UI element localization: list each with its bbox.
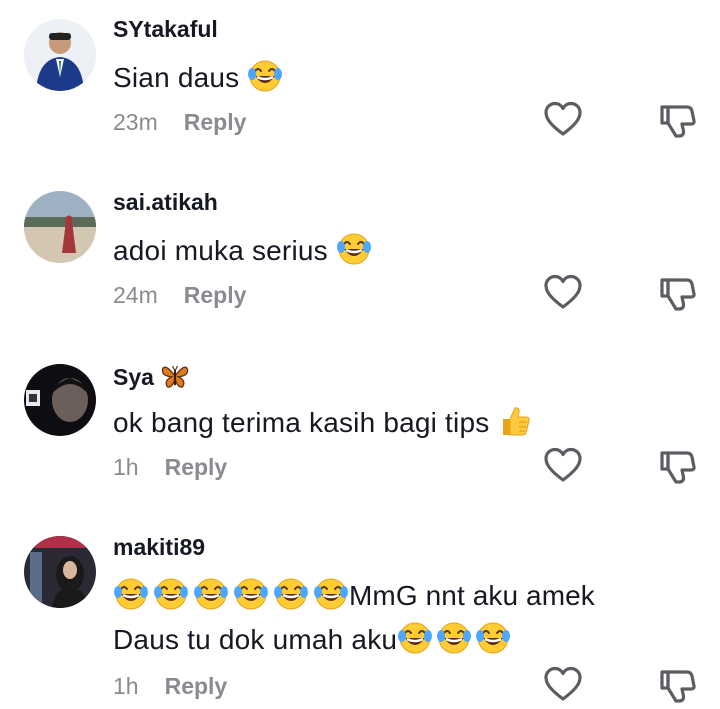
comment-text: ok bang terima kasih bagi tips (113, 403, 533, 439)
comment-text: Daus tu dok umah aku (113, 620, 511, 656)
comment-text-content: adoi muka serius (113, 235, 328, 266)
face-with-tears-of-joy-icon (313, 576, 349, 612)
like-heart-icon[interactable] (543, 665, 583, 705)
comment-text: Sian daus (113, 58, 283, 94)
dislike-thumbs-down-icon[interactable] (658, 274, 698, 314)
like-heart-icon[interactable] (543, 100, 583, 140)
avatar[interactable] (24, 364, 96, 436)
face-with-tears-of-joy-icon (247, 58, 283, 94)
username[interactable]: makiti89 (113, 534, 205, 561)
timestamp: 24m (113, 282, 158, 308)
timestamp: 1h (113, 673, 139, 699)
reply-button[interactable]: Reply (184, 282, 247, 308)
comment-text: MmG nnt aku amek (113, 576, 595, 612)
timestamp: 23m (113, 109, 158, 135)
comment-meta: 1h Reply (113, 673, 227, 700)
like-heart-icon[interactable] (543, 273, 583, 313)
face-with-tears-of-joy-icon (113, 576, 149, 612)
comment-text-content: ok bang terima kasih bagi tips (113, 407, 490, 438)
face-with-tears-of-joy-icon (233, 576, 269, 612)
username[interactable]: SYtakaful (113, 16, 218, 43)
reply-button[interactable]: Reply (165, 673, 228, 699)
username[interactable]: Sya (113, 361, 190, 391)
dislike-thumbs-down-icon[interactable] (658, 101, 698, 141)
comment-meta: 23m Reply (113, 109, 246, 136)
dislike-thumbs-down-icon[interactable] (658, 666, 698, 706)
comment-text-line1: MmG nnt aku amek (349, 580, 595, 611)
butterfly-icon (160, 361, 190, 391)
avatar[interactable] (24, 19, 96, 91)
comment-text-content: Sian daus (113, 62, 240, 93)
thumbs-up-icon (497, 403, 533, 439)
avatar[interactable] (24, 191, 96, 263)
dislike-thumbs-down-icon[interactable] (658, 447, 698, 487)
face-with-tears-of-joy-icon (273, 576, 309, 612)
face-with-tears-of-joy-icon (436, 620, 472, 656)
timestamp: 1h (113, 454, 139, 480)
comment-text: adoi muka serius (113, 231, 372, 267)
reply-button[interactable]: Reply (184, 109, 247, 135)
like-heart-icon[interactable] (543, 446, 583, 486)
username[interactable]: sai.atikah (113, 189, 218, 216)
face-with-tears-of-joy-icon (193, 576, 229, 612)
reply-button[interactable]: Reply (165, 454, 228, 480)
avatar[interactable] (24, 536, 96, 608)
face-with-tears-of-joy-icon (475, 620, 511, 656)
face-with-tears-of-joy-icon (397, 620, 433, 656)
face-with-tears-of-joy-icon (336, 231, 372, 267)
comment-meta: 1h Reply (113, 454, 227, 481)
comment-text-line2: Daus tu dok umah aku (113, 624, 398, 655)
comment-meta: 24m Reply (113, 282, 246, 309)
face-with-tears-of-joy-icon (153, 576, 189, 612)
